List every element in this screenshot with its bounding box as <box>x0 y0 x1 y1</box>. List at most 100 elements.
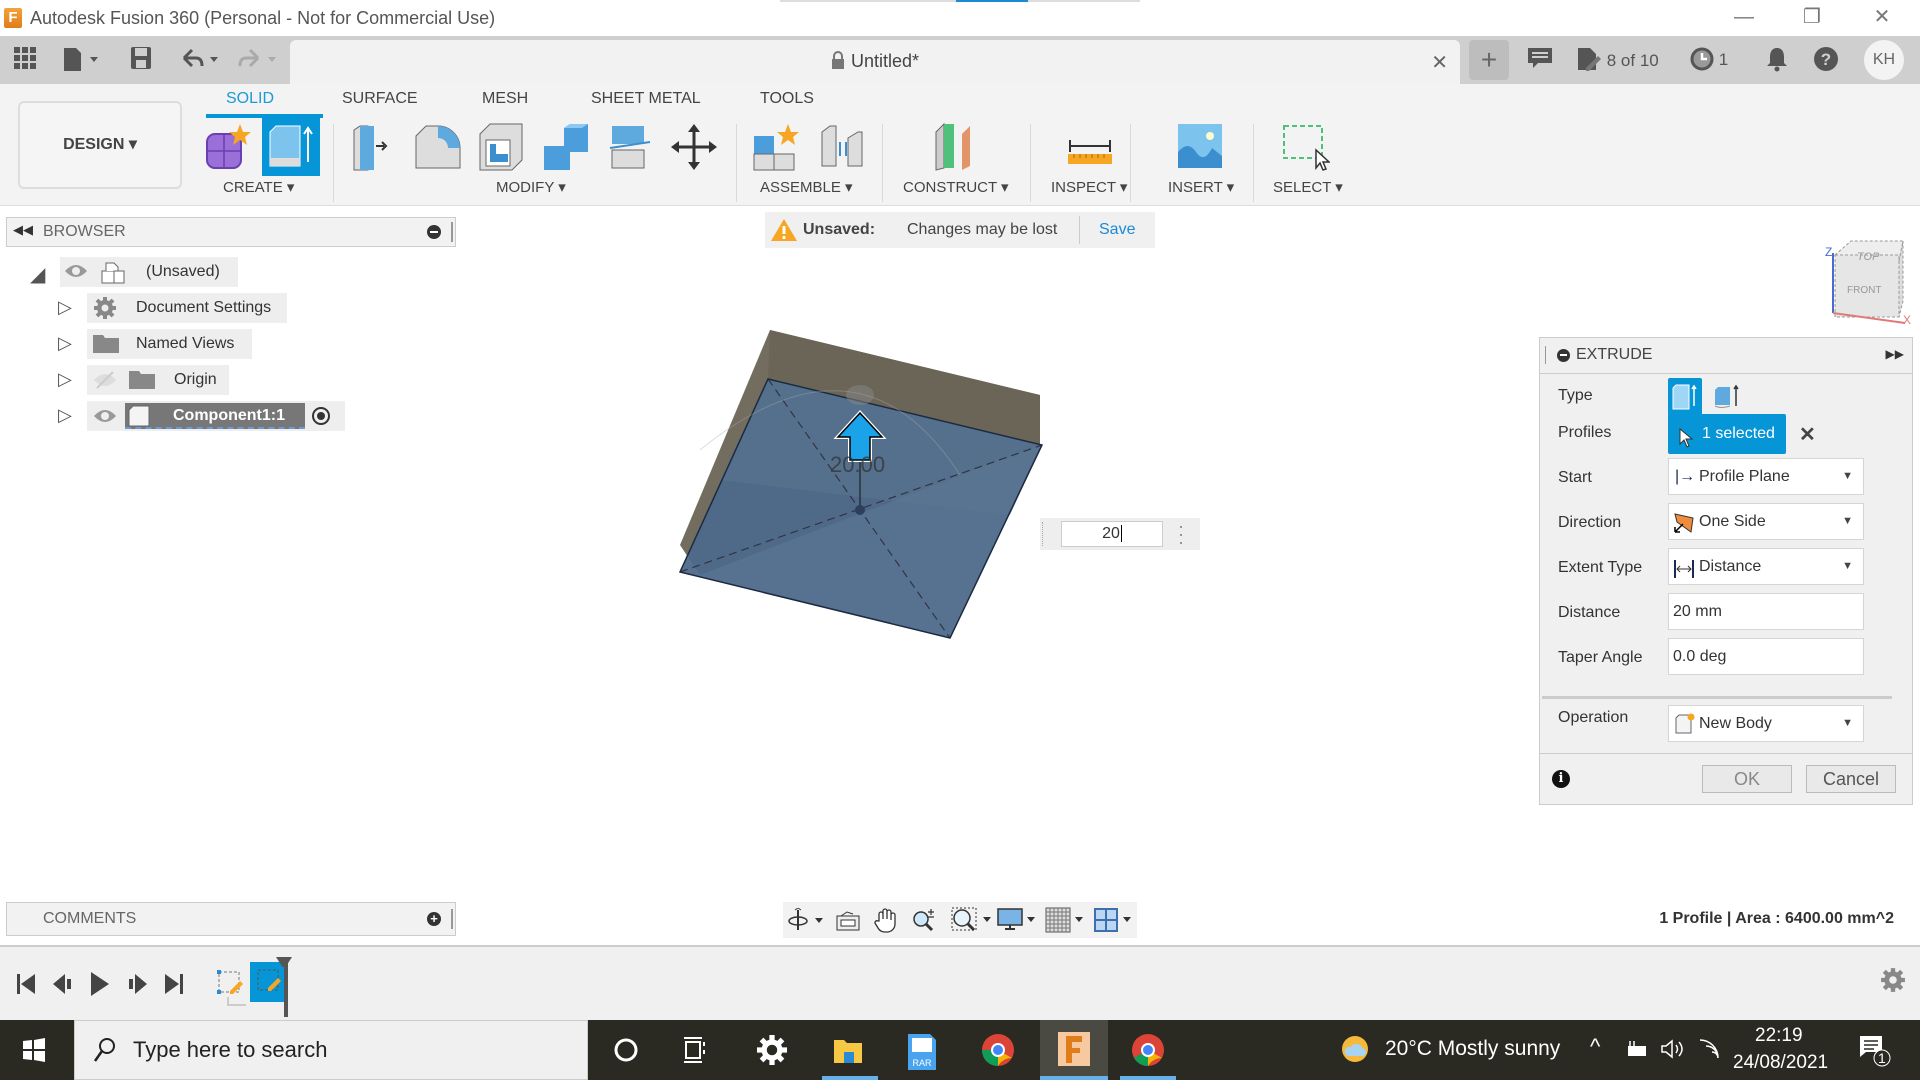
tab-surface[interactable]: SURFACE <box>342 90 418 108</box>
close-button[interactable]: ✕ <box>1850 0 1914 36</box>
inspect-menu[interactable]: INSPECT ▾ <box>1051 178 1127 196</box>
timeline-marker[interactable] <box>276 957 292 1017</box>
browser-panel-header[interactable]: ◀◀ BROWSER <box>6 217 456 247</box>
drag-grip-icon[interactable] <box>1042 522 1052 546</box>
comments-panel-header[interactable]: COMMENTS + <box>6 902 456 936</box>
operation-dropdown[interactable]: New Body ▼ <box>1668 705 1864 742</box>
redo-icon[interactable] <box>236 46 280 74</box>
fit-zoom-icon[interactable] <box>951 907 993 938</box>
windows-start-icon[interactable] <box>22 1038 46 1067</box>
display-settings-icon[interactable] <box>997 907 1037 938</box>
expand-arrow-icon[interactable]: ▷ <box>58 405 72 426</box>
grid-snaps-icon[interactable] <box>1045 907 1085 938</box>
dialog-grip-icon[interactable] <box>1545 346 1547 364</box>
new-component-icon[interactable] <box>752 122 800 172</box>
assemble-menu[interactable]: ASSEMBLE ▾ <box>760 178 853 196</box>
profiles-selection[interactable]: 1 selected <box>1668 414 1786 454</box>
activate-radio-icon[interactable] <box>312 407 330 425</box>
add-comment-icon[interactable]: + <box>427 912 441 926</box>
tab-solid[interactable]: SOLID <box>226 90 274 108</box>
tab-mesh[interactable]: MESH <box>482 90 528 108</box>
insert-menu[interactable]: INSERT ▾ <box>1168 178 1234 196</box>
extrude-tool-icon[interactable] <box>262 118 320 176</box>
settings-gear-icon[interactable] <box>754 1032 790 1068</box>
more-options-icon[interactable]: · · · <box>1178 517 1184 551</box>
go-to-end-icon[interactable] <box>164 973 184 1000</box>
job-status[interactable]: 1 <box>1690 46 1736 74</box>
weather-text[interactable]: 20°C Mostly sunny <box>1385 1037 1560 1061</box>
wifi-icon[interactable] <box>1698 1038 1720 1065</box>
chrome-icon[interactable] <box>980 1032 1016 1068</box>
fusion-360-taskbar-icon[interactable] <box>1056 1030 1092 1066</box>
modify-menu[interactable]: MODIFY ▾ <box>496 178 566 196</box>
eye-hidden-icon[interactable] <box>93 370 117 395</box>
panel-grip-icon[interactable] <box>451 222 453 242</box>
timeline-sketch-feature[interactable] <box>216 969 288 1014</box>
viewcube-top-label[interactable]: TOP <box>1857 251 1879 263</box>
collapse-dialog-icon[interactable] <box>1557 349 1570 362</box>
shell-icon[interactable] <box>478 122 526 172</box>
notifications-bell-icon[interactable] <box>1764 46 1790 74</box>
data-panel-grid-icon[interactable] <box>10 46 40 74</box>
browser-item-root[interactable]: (Unsaved) <box>60 257 238 287</box>
play-icon[interactable] <box>90 971 110 1002</box>
fillet-icon[interactable] <box>414 122 462 172</box>
workspace-switcher[interactable]: DESIGN ▾ <box>18 101 182 189</box>
expand-dialog-icon[interactable]: ▶▶ <box>1886 347 1904 361</box>
browser-item-component1[interactable]: Component1:1 <box>87 401 345 431</box>
cancel-button[interactable]: Cancel <box>1806 765 1896 793</box>
start-dropdown[interactable]: |→ Profile Plane ▼ <box>1668 458 1864 495</box>
type-solid-button[interactable] <box>1668 378 1702 416</box>
comments-icon[interactable] <box>1526 46 1554 74</box>
save-link[interactable]: Save <box>1099 221 1135 239</box>
move-copy-icon[interactable] <box>670 122 718 172</box>
go-to-start-icon[interactable] <box>16 973 36 1000</box>
viewports-icon[interactable] <box>1093 907 1133 938</box>
expand-arrow-icon[interactable]: ▷ <box>58 369 72 390</box>
save-icon[interactable] <box>128 46 154 74</box>
direction-dropdown[interactable]: One Side ▼ <box>1668 503 1864 540</box>
data-count[interactable]: 8 of 10 <box>1576 46 1666 74</box>
taskbar-search-box[interactable]: Type here to search <box>74 1020 588 1080</box>
info-icon[interactable]: i <box>1552 770 1570 788</box>
create-menu[interactable]: CREATE ▾ <box>223 178 294 196</box>
look-at-icon[interactable] <box>835 908 861 937</box>
taper-angle-input[interactable]: 0.0 deg <box>1668 638 1864 675</box>
collapse-panel-icon[interactable]: ◀◀ <box>13 222 33 238</box>
help-icon[interactable]: ? <box>1812 46 1840 74</box>
distance-input[interactable]: 20 mm <box>1668 593 1864 630</box>
new-tab-button[interactable]: + <box>1469 40 1509 80</box>
eye-icon[interactable] <box>93 406 117 431</box>
create-sketch-icon[interactable] <box>204 122 252 172</box>
timeline-extrude-feature[interactable] <box>250 962 288 1002</box>
insert-image-icon[interactable] <box>1176 122 1224 172</box>
pan-hand-icon[interactable] <box>873 907 899 938</box>
combine-icon[interactable] <box>542 122 590 172</box>
panel-grip-icon[interactable] <box>451 909 453 929</box>
clear-selection-icon[interactable]: ✕ <box>1799 422 1816 447</box>
notification-center-icon[interactable] <box>1858 1034 1892 1073</box>
browser-item-origin[interactable]: Origin <box>87 365 229 395</box>
step-forward-icon[interactable] <box>126 973 148 1000</box>
show-hidden-icons[interactable]: ^ <box>1590 1034 1600 1060</box>
tab-tools[interactable]: TOOLS <box>760 90 814 108</box>
document-tab[interactable]: Untitled* ✕ <box>290 40 1460 84</box>
chrome-icon[interactable] <box>1130 1032 1166 1068</box>
weather-icon[interactable] <box>1340 1034 1370 1069</box>
ok-button[interactable]: OK <box>1702 765 1792 793</box>
file-explorer-icon[interactable] <box>830 1032 866 1068</box>
measure-icon[interactable] <box>1066 122 1114 172</box>
expand-arrow-icon[interactable]: ▷ <box>58 297 72 318</box>
restore-button[interactable]: ❐ <box>1780 0 1844 36</box>
tab-sheet-metal[interactable]: SHEET METAL <box>591 90 701 108</box>
undo-icon[interactable] <box>178 46 222 74</box>
construct-menu[interactable]: CONSTRUCT ▾ <box>903 178 1009 196</box>
select-menu[interactable]: SELECT ▾ <box>1273 178 1343 196</box>
step-back-icon[interactable] <box>52 973 74 1000</box>
clock-time[interactable]: 22:19 <box>1755 1025 1803 1047</box>
volume-icon[interactable] <box>1660 1038 1686 1065</box>
orbit-icon[interactable] <box>787 907 827 937</box>
press-pull-icon[interactable] <box>350 122 398 172</box>
select-window-icon[interactable] <box>1282 122 1331 172</box>
zoom-icon[interactable] <box>911 907 939 938</box>
